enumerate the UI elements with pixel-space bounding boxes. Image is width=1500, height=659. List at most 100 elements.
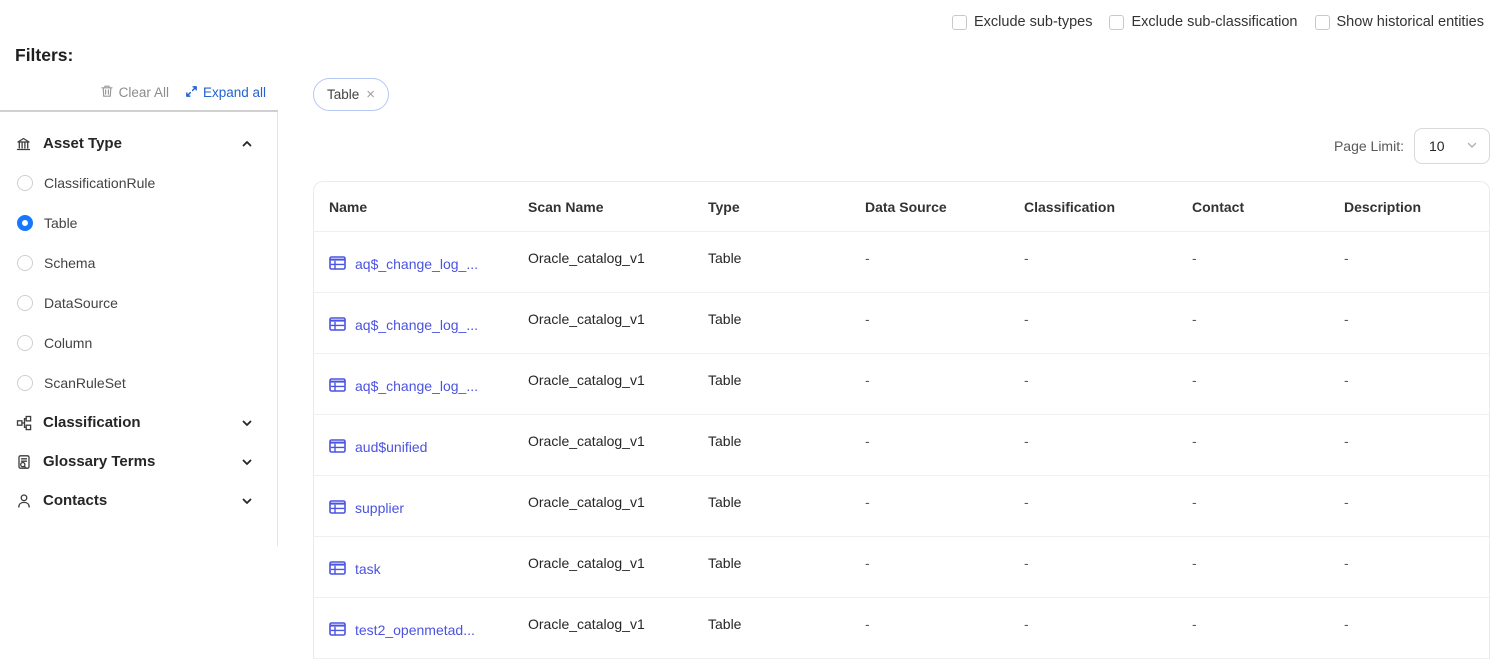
- contact-cell: -: [1177, 311, 1329, 327]
- header-options-bar: Exclude sub-types Exclude sub-classificat…: [952, 14, 1484, 30]
- checkbox-option-2[interactable]: Show historical entities: [1315, 14, 1485, 30]
- classification-cell: -: [1009, 494, 1177, 510]
- type-cell: Table: [693, 616, 850, 632]
- asset-name-link[interactable]: aq$_change_log_...: [355, 378, 478, 394]
- type-cell: Table: [693, 494, 850, 510]
- filter-section-label: Contacts: [43, 492, 230, 509]
- description-cell: -: [1329, 250, 1489, 266]
- radio-option-label: Table: [44, 215, 77, 231]
- table-row: aq$_change_log_...Oracle_catalog_v1Table…: [314, 293, 1489, 354]
- asset-name-link[interactable]: task: [355, 561, 381, 577]
- filter-section-asset-type[interactable]: Asset Type: [15, 124, 263, 163]
- scan-name-cell: Oracle_catalog_v1: [513, 311, 693, 327]
- scan-name-cell: Oracle_catalog_v1: [513, 250, 693, 266]
- table-row: supplierOracle_catalog_v1Table----: [314, 476, 1489, 537]
- clear-all-label: Clear All: [119, 85, 169, 100]
- description-cell: -: [1329, 494, 1489, 510]
- filter-section-label: Glossary Terms: [43, 453, 230, 470]
- table-row: aq$_change_log_... Oracle_catalog_v1Table…: [314, 232, 1489, 293]
- page-limit-label: Page Limit:: [1334, 138, 1404, 154]
- asset-name-link[interactable]: aud$unified: [355, 439, 427, 455]
- filter-section-classification[interactable]: Classification: [15, 403, 263, 442]
- clear-all-button[interactable]: Clear All: [100, 84, 169, 101]
- radio-option-label: ScanRuleSet: [44, 375, 126, 391]
- scan-name-cell: Oracle_catalog_v1: [513, 372, 693, 388]
- applied-filter-chip[interactable]: Table×: [313, 78, 389, 111]
- contact-cell: -: [1177, 250, 1329, 266]
- table-asset-icon: [329, 378, 346, 395]
- data-source-cell: -: [850, 372, 1009, 388]
- radio-option-table[interactable]: Table: [15, 203, 263, 243]
- asset-name-link[interactable]: test2_openmetad...: [355, 622, 475, 638]
- contact-cell: -: [1177, 555, 1329, 571]
- asset-name-link[interactable]: aq$_change_log_...: [355, 256, 478, 272]
- page-limit-select[interactable]: 10: [1414, 128, 1490, 164]
- checkbox-icon[interactable]: [1109, 15, 1124, 30]
- bank-icon: [15, 136, 32, 152]
- expand-all-button[interactable]: Expand all: [185, 85, 266, 101]
- page-limit-value: 10: [1429, 138, 1445, 154]
- filters-sidebar: Clear All Expand all Asset Type Classific…: [0, 84, 278, 546]
- filter-section-glossary-terms[interactable]: Glossary Terms: [15, 442, 263, 481]
- data-source-cell: -: [850, 311, 1009, 327]
- chevron-up-icon: [241, 138, 263, 150]
- radio-icon[interactable]: [17, 295, 33, 311]
- radio-option-datasource[interactable]: DataSource: [15, 283, 263, 323]
- data-source-cell: -: [850, 250, 1009, 266]
- radio-icon[interactable]: [17, 335, 33, 351]
- checkbox-option-1[interactable]: Exclude sub-classification: [1109, 14, 1297, 30]
- filters-title: Filters:: [15, 45, 73, 66]
- column-header-description: Description: [1329, 199, 1489, 215]
- chevron-down-icon: [241, 456, 263, 468]
- hierarchy-icon: [15, 415, 32, 431]
- radio-option-scanruleset[interactable]: ScanRuleSet: [15, 363, 263, 403]
- table-row: taskOracle_catalog_v1Table----: [314, 537, 1489, 598]
- checkbox-icon[interactable]: [1315, 15, 1330, 30]
- asset-name-link[interactable]: aq$_change_log_...: [355, 317, 478, 333]
- table-asset-icon: [329, 622, 346, 639]
- asset-name-cell: aud$unified: [314, 439, 513, 456]
- table-row: aq$_change_log_...Oracle_catalog_v1Table…: [314, 354, 1489, 415]
- radio-icon[interactable]: [17, 375, 33, 391]
- contact-cell: -: [1177, 433, 1329, 449]
- close-icon[interactable]: ×: [366, 87, 375, 102]
- type-cell: Table: [693, 250, 850, 266]
- data-source-cell: -: [850, 555, 1009, 571]
- radio-option-column[interactable]: Column: [15, 323, 263, 363]
- chevron-down-icon: [241, 417, 263, 429]
- asset-name-cell: supplier: [314, 500, 513, 517]
- contact-cell: -: [1177, 494, 1329, 510]
- radio-option-schema[interactable]: Schema: [15, 243, 263, 283]
- column-header-contact: Contact: [1177, 199, 1329, 215]
- expand-icon: [185, 85, 198, 101]
- classification-cell: -: [1009, 311, 1177, 327]
- radio-option-label: ClassificationRule: [44, 175, 155, 191]
- description-cell: -: [1329, 555, 1489, 571]
- radio-selected-icon[interactable]: [17, 215, 33, 231]
- filter-section-contacts[interactable]: Contacts: [15, 481, 263, 520]
- radio-option-classificationrule[interactable]: ClassificationRule: [15, 163, 263, 203]
- table-row: test2_openmetad...Oracle_catalog_v1Table…: [314, 598, 1489, 659]
- type-cell: Table: [693, 433, 850, 449]
- radio-option-label: DataSource: [44, 295, 118, 311]
- table-asset-icon: [329, 439, 346, 456]
- checkbox-option-0[interactable]: Exclude sub-types: [952, 14, 1092, 30]
- radio-icon[interactable]: [17, 255, 33, 271]
- table-header-row: NameScan NameTypeData SourceClassificati…: [314, 182, 1489, 232]
- checkbox-label: Show historical entities: [1337, 14, 1485, 30]
- asset-name-cell: aq$_change_log_...: [314, 317, 513, 334]
- applied-filters-row: Table×: [313, 78, 1490, 111]
- asset-name-link[interactable]: supplier: [355, 500, 404, 516]
- classification-cell: -: [1009, 555, 1177, 571]
- checkbox-label: Exclude sub-classification: [1131, 14, 1297, 30]
- column-header-type: Type: [693, 199, 850, 215]
- table-body: aq$_change_log_...Oracle_catalog_v1Table…: [314, 232, 1489, 659]
- column-header-classification: Classification: [1009, 199, 1177, 215]
- checkbox-icon[interactable]: [952, 15, 967, 30]
- scan-name-cell: Oracle_catalog_v1: [513, 555, 693, 571]
- radio-option-label: Column: [44, 335, 92, 351]
- asset-name-cell: test2_openmetad...: [314, 622, 513, 639]
- filter-actions: Clear All Expand all: [0, 84, 278, 112]
- radio-option-label: Schema: [44, 255, 95, 271]
- radio-icon[interactable]: [17, 175, 33, 191]
